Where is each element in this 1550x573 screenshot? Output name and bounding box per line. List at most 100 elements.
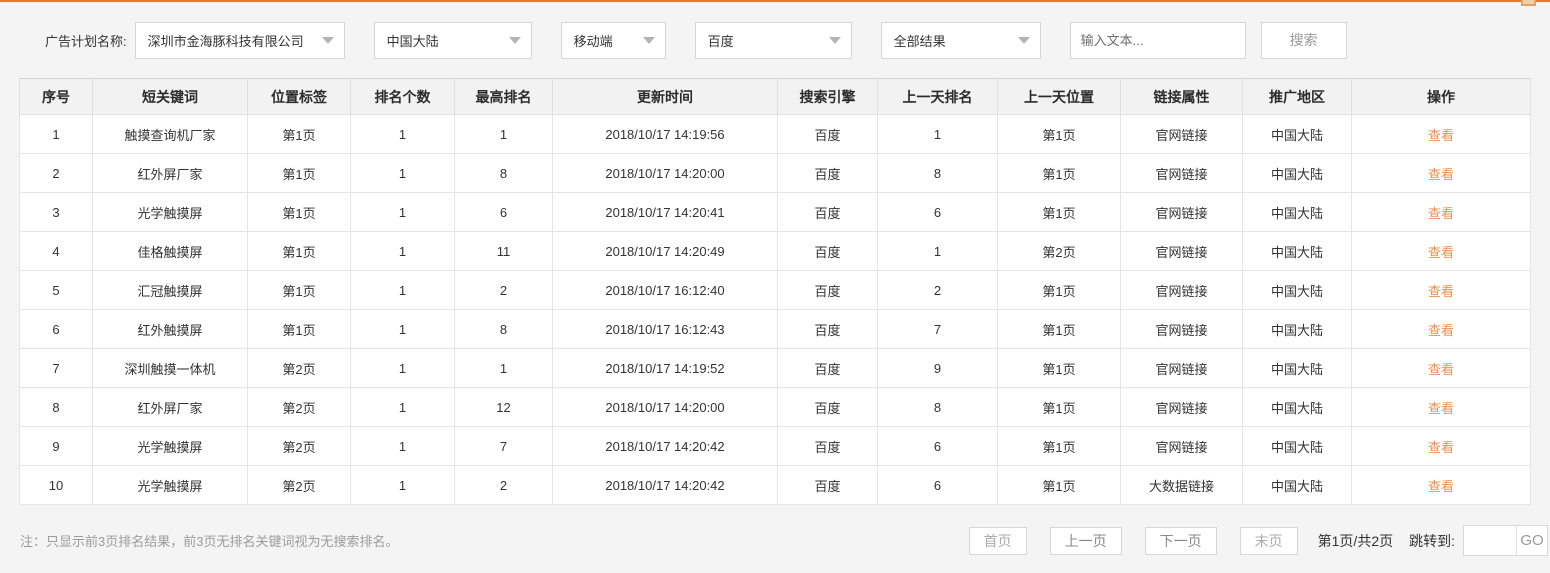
table-cell: 官网链接: [1120, 309, 1243, 349]
view-link[interactable]: 查看: [1428, 479, 1454, 494]
table-cell: 百度: [777, 153, 878, 193]
table-cell: 第1页: [997, 348, 1121, 388]
header-prev-day-rank: 上一天排名: [877, 78, 998, 115]
header-link-attribute: 链接属性: [1120, 78, 1243, 115]
campaign-name-label: 广告计划名称:: [45, 33, 127, 49]
table-row: 6 红外触摸屏 第1页 1 8 2018/10/17 16:12:43 百度 7 第1页 官网链接…: [19, 309, 1531, 349]
chevron-down-icon: [321, 36, 334, 44]
header-index: 序号: [19, 78, 93, 115]
table-cell: 2018/10/17 14:20:00: [552, 387, 778, 427]
chevron-down-icon: [828, 36, 841, 44]
table-cell: 光学触摸屏: [92, 192, 248, 232]
result-type-select[interactable]: 全部结果: [880, 21, 1041, 59]
header-prev-day-position: 上一天位置: [997, 78, 1121, 115]
chevron-down-icon: [508, 36, 521, 44]
view-link[interactable]: 查看: [1428, 323, 1454, 338]
header-keyword: 短关键词: [92, 78, 248, 115]
table-cell: 官网链接: [1120, 153, 1243, 193]
campaign-select[interactable]: 深圳市金海豚科技有限公司: [134, 21, 345, 59]
table-cell: 2018/10/17 14:20:42: [552, 426, 778, 466]
table-cell: 中国大陆: [1242, 465, 1352, 505]
table-cell: 9: [877, 348, 998, 388]
header-position-label: 位置标签: [247, 78, 351, 115]
table-cell-action: 查看: [1351, 114, 1531, 154]
view-link[interactable]: 查看: [1428, 167, 1454, 182]
table-cell: 触摸查询机厂家: [92, 114, 248, 154]
device-select-value: 移动端: [573, 33, 613, 49]
view-link[interactable]: 查看: [1428, 245, 1454, 260]
table-row: 7 深圳触摸一体机 第2页 1 1 2018/10/17 14:19:52 百度 9 第1页 官网…: [19, 348, 1531, 388]
search-button[interactable]: 搜索: [1260, 21, 1347, 59]
table-cell: 第2页: [247, 348, 351, 388]
region-select[interactable]: 中国大陆: [373, 21, 532, 59]
table-cell: 1: [350, 387, 455, 427]
table-cell: 2018/10/17 14:20:00: [552, 153, 778, 193]
table-cell: 1: [350, 231, 455, 271]
next-page-button[interactable]: 下一页: [1144, 526, 1217, 555]
table-cell: 第2页: [247, 465, 351, 505]
table-row: 4 佳格触摸屏 第1页 1 11 2018/10/17 14:20:49 百度 1 第2页 官网链…: [19, 231, 1531, 271]
table-cell: 百度: [777, 387, 878, 427]
search-input[interactable]: [1069, 21, 1246, 59]
table-cell: 7: [19, 348, 93, 388]
table-cell: 中国大陆: [1242, 192, 1352, 232]
view-link[interactable]: 查看: [1428, 206, 1454, 221]
table-cell: 红外屏厂家: [92, 153, 248, 193]
first-page-button[interactable]: 首页: [968, 526, 1027, 555]
last-page-button[interactable]: 末页: [1239, 526, 1298, 555]
table-cell-action: 查看: [1351, 387, 1531, 427]
campaign-select-value: 深圳市金海豚科技有限公司: [147, 33, 304, 49]
table-cell-action: 查看: [1351, 231, 1531, 271]
table-cell: 红外屏厂家: [92, 387, 248, 427]
view-link[interactable]: 查看: [1428, 362, 1454, 377]
footer: 注：只显示前3页排名结果，前3页无排名关键词视为无搜索排名。 首页 上一页 下一…: [0, 505, 1550, 556]
table-row: 3 光学触摸屏 第1页 1 6 2018/10/17 14:20:41 百度 6 第1页 官网链接…: [19, 192, 1531, 232]
table-cell: 第1页: [247, 114, 351, 154]
table-cell: 官网链接: [1120, 270, 1243, 310]
table-cell: 百度: [777, 465, 878, 505]
table-cell: 12: [454, 387, 553, 427]
table-cell: 2018/10/17 14:19:52: [552, 348, 778, 388]
view-link[interactable]: 查看: [1428, 401, 1454, 416]
table-cell: 6: [877, 192, 998, 232]
table-cell: 光学触摸屏: [92, 465, 248, 505]
table-cell: 1: [454, 348, 553, 388]
table-header-row: 序号 短关键词 位置标签 排名个数 最高排名 更新时间 搜索引擎 上一天排名 上…: [19, 78, 1531, 115]
table-cell: 第1页: [247, 270, 351, 310]
table-cell: 6: [19, 309, 93, 349]
table-cell: 7: [454, 426, 553, 466]
table-cell: 百度: [777, 270, 878, 310]
table-cell: 红外触摸屏: [92, 309, 248, 349]
table-cell: 11: [454, 231, 553, 271]
jump-page-input[interactable]: [1464, 526, 1516, 555]
table-cell: 1: [350, 270, 455, 310]
table-cell: 9: [19, 426, 93, 466]
table-cell-action: 查看: [1351, 192, 1531, 232]
table-cell: 第1页: [997, 192, 1121, 232]
region-select-value: 中国大陆: [386, 33, 439, 49]
table-cell: 2018/10/17 14:20:49: [552, 231, 778, 271]
table-cell: 2: [19, 153, 93, 193]
table-cell: 1: [877, 231, 998, 271]
engine-select-value: 百度: [707, 33, 734, 49]
table-cell: 第1页: [997, 153, 1121, 193]
table-cell: 1: [350, 114, 455, 154]
table-cell: 汇冠触摸屏: [92, 270, 248, 310]
table-cell: 深圳触摸一体机: [92, 348, 248, 388]
table-cell: 6: [877, 465, 998, 505]
table-cell: 3: [19, 192, 93, 232]
go-button[interactable]: GO: [1516, 526, 1547, 555]
table-cell: 10: [19, 465, 93, 505]
chevron-down-icon: [642, 36, 655, 44]
engine-select[interactable]: 百度: [694, 21, 852, 59]
view-link[interactable]: 查看: [1428, 128, 1454, 143]
table-cell: 第1页: [997, 114, 1121, 154]
device-select[interactable]: 移动端: [560, 21, 666, 59]
table-cell-action: 查看: [1351, 153, 1531, 193]
table-cell: 官网链接: [1120, 231, 1243, 271]
view-link[interactable]: 查看: [1428, 284, 1454, 299]
table-cell: 中国大陆: [1242, 348, 1352, 388]
prev-page-button[interactable]: 上一页: [1049, 526, 1122, 555]
view-link[interactable]: 查看: [1428, 440, 1454, 455]
table-cell: 百度: [777, 231, 878, 271]
